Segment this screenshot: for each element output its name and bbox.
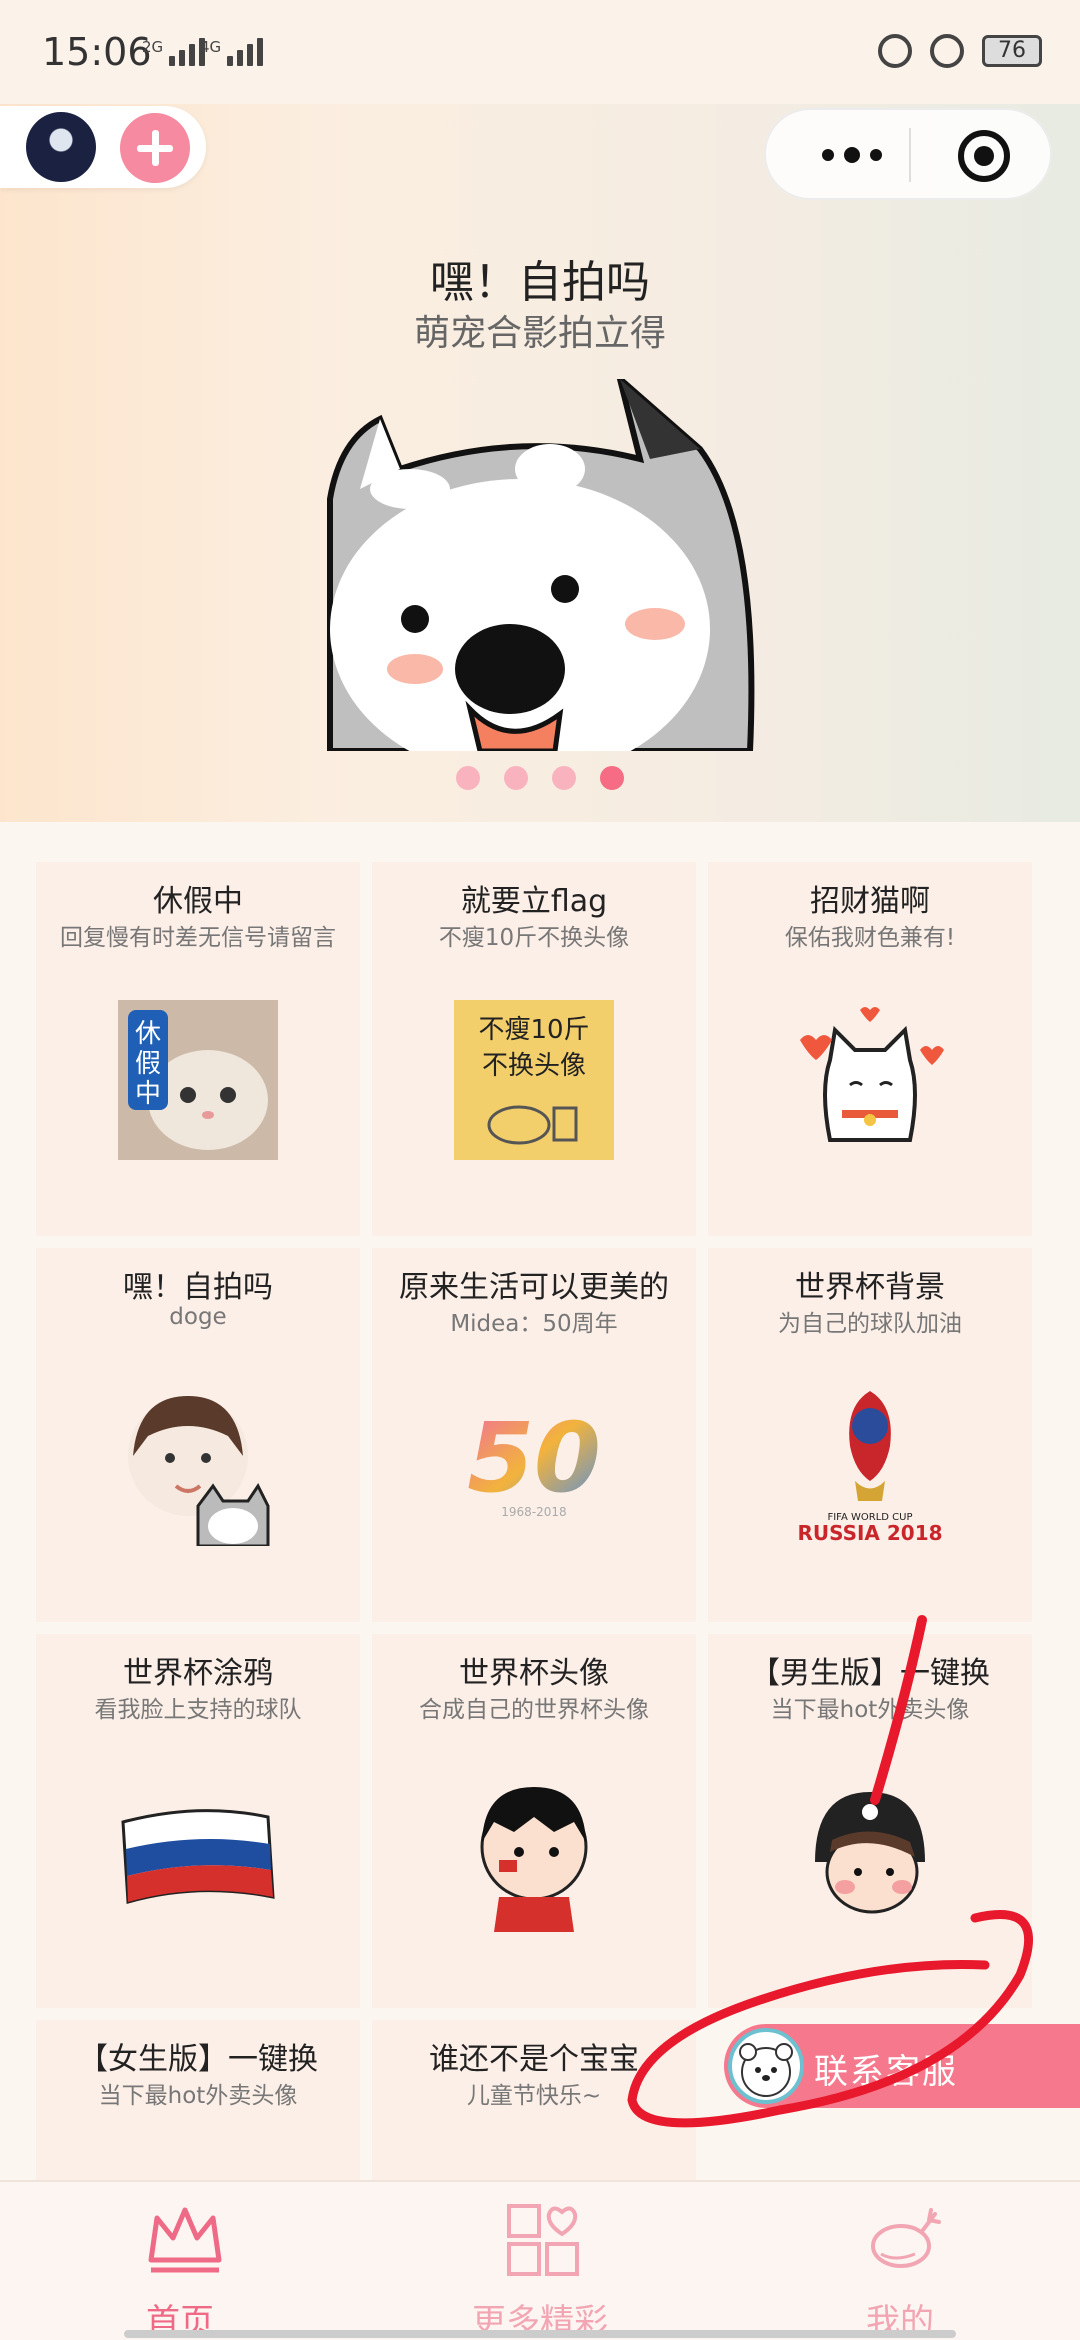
card-subtitle: doge bbox=[169, 1304, 227, 1330]
vacation-cat-image: 休 假 中 bbox=[118, 1000, 278, 1160]
vibrate-icon bbox=[878, 34, 912, 68]
feature-card[interactable]: 【男生版】一键换 当下最hot外卖头像 bbox=[708, 1634, 1032, 2008]
add-button[interactable] bbox=[120, 113, 190, 183]
world-cup-boy-avatar-image bbox=[480, 1787, 588, 1932]
chicken-leg-icon bbox=[871, 2208, 941, 2268]
grid-heart-icon bbox=[507, 2204, 579, 2276]
carousel-dots bbox=[456, 766, 624, 790]
midea-years-text: 1968-2018 bbox=[501, 1505, 566, 1519]
flag-poster-image: 不瘦10斤 不换头像 bbox=[454, 1000, 614, 1160]
card-title: 【男生版】一键换 bbox=[750, 1656, 990, 1691]
bottom-tab-bar: 首页 更多精彩 我的 bbox=[0, 2180, 1080, 2340]
card-subtitle: 回复慢有时差无信号请留言 bbox=[60, 925, 336, 951]
card-subtitle: 当下最hot外卖头像 bbox=[98, 2083, 298, 2109]
card-title: 招财猫啊 bbox=[810, 884, 930, 919]
feature-card[interactable]: 嘿！自拍吗 doge bbox=[36, 1248, 360, 1622]
bear-avatar-icon bbox=[728, 2028, 804, 2104]
banner-subtitle: 萌宠合影拍立得 bbox=[413, 313, 666, 354]
tab-mine[interactable]: 我的 bbox=[720, 2182, 1080, 2340]
card-subtitle: 为自己的球队加油 bbox=[778, 1311, 962, 1337]
feature-card[interactable]: 世界杯涂鸦 看我脸上支持的球队 bbox=[36, 1634, 360, 2008]
tab-more[interactable]: 更多精彩 bbox=[360, 2182, 720, 2340]
top-left-toolbar bbox=[0, 106, 206, 188]
card-title: 嘿！自拍吗 bbox=[123, 1270, 273, 1305]
banner-carousel[interactable]: 嘿！自拍吗 萌宠合影拍立得 bbox=[0, 104, 1080, 822]
target-circle-icon[interactable] bbox=[958, 130, 1010, 182]
card-title: 世界杯背景 bbox=[795, 1270, 945, 1305]
world-cup-logo-image: FIFA WORLD CUP RUSSIA 2018 bbox=[797, 1391, 943, 1545]
svg-text:休: 休 bbox=[135, 1019, 161, 1049]
banner-title: 嘿！自拍吗 bbox=[430, 257, 650, 308]
card-subtitle: 儿童节快乐~ bbox=[466, 2083, 602, 2109]
lock-rotation-icon bbox=[930, 34, 964, 68]
status-icons: 76 bbox=[878, 34, 1042, 68]
delivery-boy-avatar-image bbox=[815, 1792, 925, 1914]
carousel-dot-active[interactable] bbox=[600, 766, 624, 790]
card-title: 休假中 bbox=[153, 884, 243, 919]
carousel-dot[interactable] bbox=[552, 766, 576, 790]
signal-icon-4g: 4G bbox=[200, 38, 264, 66]
feature-card[interactable]: 休假中 回复慢有时差无信号请留言 休 假 中 bbox=[36, 862, 360, 1236]
carousel-dot[interactable] bbox=[504, 766, 528, 790]
svg-text:中: 中 bbox=[135, 1079, 161, 1109]
svg-text:假: 假 bbox=[135, 1049, 161, 1079]
card-title: 谁还不是个宝宝 bbox=[429, 2042, 639, 2077]
midea-50-text: 50 bbox=[467, 1402, 601, 1514]
flag-text-1: 不瘦10斤 bbox=[478, 1015, 589, 1045]
midea-50-logo-image: 50 1968-2018 bbox=[467, 1402, 601, 1519]
capsule-divider bbox=[909, 128, 911, 182]
signal-icon-2g: 2G bbox=[142, 38, 206, 66]
contact-service-label: 联系客服 bbox=[814, 2052, 958, 2092]
flag-text-2: 不换头像 bbox=[482, 1051, 586, 1081]
card-subtitle: Midea：50周年 bbox=[450, 1311, 618, 1337]
card-subtitle: 合成自己的世界杯头像 bbox=[419, 1697, 649, 1723]
card-subtitle: 保佑我财色兼有! bbox=[784, 925, 956, 951]
feature-card[interactable]: 世界杯背景 为自己的球队加油 FIFA WORLD CUP RUSSIA 201… bbox=[708, 1248, 1032, 1622]
feature-card[interactable]: 原来生活可以更美的 Midea：50周年 50 1968-2018 bbox=[372, 1248, 696, 1622]
card-title: 世界杯涂鸦 bbox=[123, 1656, 273, 1691]
home-indicator bbox=[124, 2330, 956, 2338]
card-title: 就要立flag bbox=[460, 884, 608, 919]
selfie-with-dog-image bbox=[128, 1396, 270, 1546]
miniprogram-capsule bbox=[764, 108, 1052, 200]
lucky-cat-image bbox=[800, 1007, 944, 1142]
card-title: 世界杯头像 bbox=[459, 1656, 609, 1691]
carousel-dot[interactable] bbox=[456, 766, 480, 790]
feature-card[interactable]: 招财猫啊 保佑我财色兼有! bbox=[708, 862, 1032, 1236]
card-subtitle: 不瘦10斤不换头像 bbox=[438, 925, 630, 951]
russia-flag-image bbox=[121, 1809, 275, 1904]
user-avatar[interactable] bbox=[26, 112, 96, 182]
card-title: 原来生活可以更美的 bbox=[399, 1270, 669, 1305]
feature-card[interactable]: 就要立flag 不瘦10斤不换头像 不瘦10斤 不换头像 bbox=[372, 862, 696, 1236]
crown-icon bbox=[148, 2207, 222, 2273]
status-bar: 15:06 2G 4G 76 bbox=[0, 0, 1080, 104]
feature-card[interactable]: 世界杯头像 合成自己的世界杯头像 bbox=[372, 1634, 696, 2008]
tab-home[interactable]: 首页 bbox=[0, 2182, 360, 2340]
card-subtitle: 看我脸上支持的球队 bbox=[94, 1697, 302, 1723]
russia-text: RUSSIA 2018 bbox=[797, 1521, 942, 1545]
card-title: 【女生版】一键换 bbox=[78, 2042, 318, 2077]
battery-icon: 76 bbox=[982, 35, 1042, 67]
husky-dog-illustration bbox=[327, 379, 755, 751]
contact-service-button[interactable]: 联系客服 bbox=[724, 2024, 1080, 2108]
status-time: 15:06 bbox=[42, 30, 152, 74]
more-dots-icon[interactable] bbox=[804, 110, 904, 198]
card-subtitle: 当下最hot外卖头像 bbox=[770, 1697, 970, 1723]
